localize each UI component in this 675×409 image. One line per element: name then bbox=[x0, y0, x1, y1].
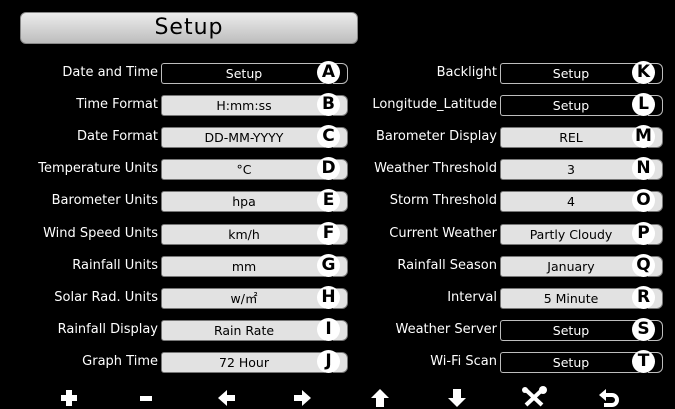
down-button[interactable] bbox=[444, 386, 470, 408]
setting-value-field[interactable]: Setup bbox=[500, 351, 641, 373]
minus-button[interactable] bbox=[133, 386, 159, 408]
tools-icon bbox=[522, 386, 547, 407]
shortcut-key-badge[interactable]: K bbox=[632, 61, 655, 84]
plus-button[interactable] bbox=[56, 386, 82, 408]
setting-label: Interval bbox=[447, 289, 497, 305]
setting-value-field[interactable]: Partly Cloudy bbox=[500, 223, 642, 245]
setting-row[interactable]: Current Weather Partly Cloudy P bbox=[0, 221, 675, 245]
setting-label: Weather Server bbox=[395, 321, 498, 337]
setting-row[interactable]: Weather Threshold 3 N bbox=[0, 157, 675, 181]
setting-row[interactable]: Interval 5 Minute R bbox=[0, 285, 675, 309]
setting-label: Storm Threshold bbox=[389, 193, 497, 209]
setting-row[interactable]: Rainfall Season January Q bbox=[0, 253, 675, 277]
setting-value-field[interactable]: Setup bbox=[500, 63, 641, 84]
up-button[interactable] bbox=[367, 386, 393, 408]
setting-label: Current Weather bbox=[389, 225, 497, 241]
arrow-up-icon bbox=[371, 389, 389, 407]
return-icon bbox=[599, 389, 619, 407]
shortcut-key-badge[interactable]: Q bbox=[632, 253, 655, 277]
setting-value-field[interactable]: Setup bbox=[500, 95, 641, 117]
arrow-down-icon bbox=[448, 389, 466, 407]
shortcut-key-badge[interactable]: R bbox=[632, 285, 655, 309]
shortcut-key-badge[interactable]: L bbox=[632, 93, 655, 117]
arrow-right-icon bbox=[294, 390, 311, 406]
setting-label: Weather Threshold bbox=[374, 161, 497, 177]
setting-value-field[interactable]: January bbox=[500, 255, 642, 277]
setting-value-field[interactable]: REL bbox=[500, 127, 642, 149]
setting-row[interactable]: Backlight Setup K bbox=[0, 61, 675, 84]
plus-icon bbox=[61, 390, 77, 406]
shortcut-key-badge[interactable]: S bbox=[632, 317, 655, 341]
setting-row[interactable]: Wi-Fi Scan Setup T bbox=[0, 349, 675, 373]
setting-label: Longitude_Latitude bbox=[372, 97, 497, 113]
left-button[interactable] bbox=[214, 386, 240, 408]
bottom-toolbar bbox=[0, 384, 675, 409]
setting-value-field[interactable]: 3 bbox=[500, 159, 642, 181]
tools-button[interactable] bbox=[520, 386, 547, 408]
minus-icon bbox=[140, 396, 152, 401]
return-button[interactable] bbox=[596, 386, 622, 408]
page-title: Setup bbox=[20, 12, 358, 44]
setting-label: Wi-Fi Scan bbox=[430, 353, 497, 369]
shortcut-key-badge[interactable]: M bbox=[632, 125, 655, 149]
setting-value-field[interactable]: 4 bbox=[500, 191, 642, 213]
setting-row[interactable]: Longitude_Latitude Setup L bbox=[0, 93, 675, 117]
setting-value-field[interactable]: 5 Minute bbox=[500, 287, 642, 309]
setting-row[interactable]: Weather Server Setup S bbox=[0, 317, 675, 341]
setting-value-field[interactable]: Setup bbox=[500, 319, 641, 341]
arrow-left-icon bbox=[218, 390, 235, 406]
right-button[interactable] bbox=[289, 386, 315, 408]
setting-row[interactable]: Storm Threshold 4 O bbox=[0, 189, 675, 213]
setting-label: Backlight bbox=[436, 65, 497, 80]
setting-row[interactable]: Barometer Display REL M bbox=[0, 125, 675, 149]
shortcut-key-badge[interactable]: T bbox=[632, 349, 655, 373]
shortcut-key-badge[interactable]: P bbox=[632, 221, 655, 245]
setting-label: Rainfall Season bbox=[397, 257, 497, 273]
setting-label: Barometer Display bbox=[375, 129, 497, 145]
